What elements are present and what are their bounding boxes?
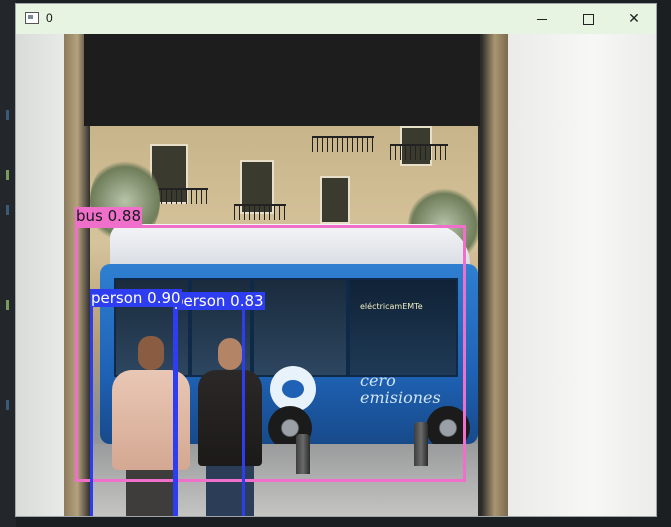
detection-label-bus: bus 0.88 — [75, 207, 143, 225]
detection-box-person-2: person 0.83 — [173, 292, 265, 516]
detection-label-person-2: person 0.83 — [173, 292, 265, 310]
maximize-button[interactable] — [565, 4, 611, 34]
detection-box-person-1: person 0.90 — [90, 289, 182, 516]
title-bar[interactable]: 0 ✕ — [16, 4, 656, 34]
desktop-background — [0, 0, 16, 527]
maximize-icon — [582, 13, 594, 25]
minimize-icon — [537, 18, 547, 20]
detection-label-person-1: person 0.90 — [90, 289, 182, 307]
background-wall-right — [496, 34, 656, 516]
phone-screen-bezel — [84, 34, 480, 126]
image-canvas: eléctricamEMTe cero emisiones bus 0.88 p… — [16, 34, 656, 516]
minimize-button[interactable] — [519, 4, 565, 34]
close-icon: ✕ — [628, 11, 640, 27]
window-title: 0 — [46, 11, 53, 25]
image-viewer-window: 0 ✕ eléctricamEMTe cero emisiones bus 0.… — [16, 4, 656, 516]
close-button[interactable]: ✕ — [611, 4, 657, 34]
window-app-icon — [25, 12, 39, 24]
